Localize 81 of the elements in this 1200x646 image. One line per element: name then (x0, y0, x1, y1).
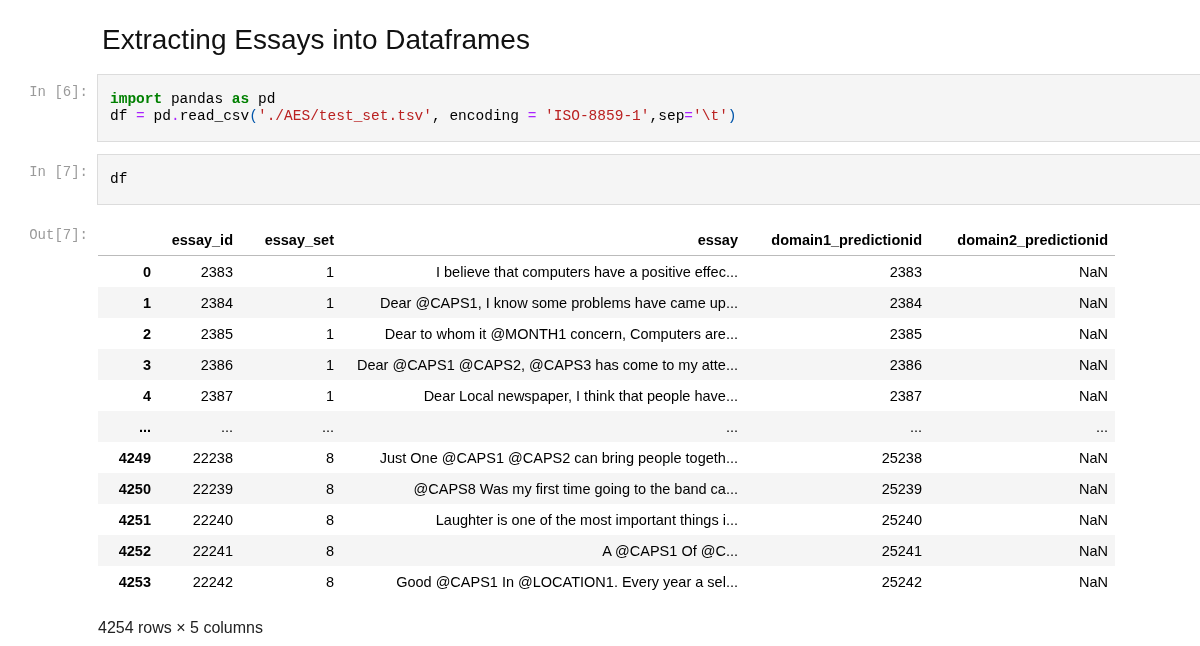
table-cell: 25239 (745, 473, 929, 504)
code-line: df = pd.read_csv('./AES/test_set.tsv', encoding = 'ISO-8859-1',sep='\t') (110, 108, 737, 125)
table-cell: Laughter is one of the most important things i... (341, 504, 745, 535)
table-cell: 22239 (158, 473, 240, 504)
code-line: import pandas as pd (110, 91, 276, 108)
table-cell: 2385 (745, 318, 929, 349)
table-cell: NaN (929, 566, 1115, 597)
row-index: 4249 (98, 442, 158, 473)
table-cell: 25240 (745, 504, 929, 535)
table-cell: Dear @CAPS1 @CAPS2, @CAPS3 has come to my atte... (341, 349, 745, 380)
table-cell: 8 (240, 473, 341, 504)
table-cell: 22238 (158, 442, 240, 473)
table-cell: 2383 (158, 255, 240, 287)
table-cell: NaN (929, 535, 1115, 566)
cell-prompt: In [7]: (28, 163, 89, 180)
table-cell: NaN (929, 255, 1115, 287)
code-cell[interactable]: import pandas as pd df = pd.read_csv('./AES/test_set.tsv', encoding = 'ISO-8859-1',sep='\t') (97, 74, 1200, 142)
table-cell: 25241 (745, 535, 929, 566)
table-cell: 1 (240, 349, 341, 380)
table-cell: ... (929, 411, 1115, 442)
table-cell: NaN (929, 473, 1115, 504)
row-index: 4253 (98, 566, 158, 597)
table-cell: 2384 (158, 287, 240, 318)
notebook-heading: Extracting Essays into Dataframes (102, 23, 531, 57)
table-cell: 1 (240, 287, 341, 318)
cell-prompt: In [6]: (28, 83, 89, 100)
table-cell: NaN (929, 287, 1115, 318)
column-header: essay_id (158, 225, 240, 256)
table-cell: 1 (240, 318, 341, 349)
table-cell: 2387 (745, 380, 929, 411)
column-header: essay (341, 225, 745, 256)
output-prompt: Out[7]: (28, 226, 89, 243)
column-header: domain1_predictionid (745, 225, 929, 256)
row-index: 1 (98, 287, 158, 318)
table-summary: 4254 rows × 5 columns (98, 619, 264, 637)
table-cell: 2386 (745, 349, 929, 380)
table-cell: 2387 (158, 380, 240, 411)
table-cell: ... (158, 411, 240, 442)
table-cell: A @CAPS1 Of @C... (341, 535, 745, 566)
table-cell: 25242 (745, 566, 929, 597)
table-cell: Dear @CAPS1, I know some problems have came up... (341, 287, 745, 318)
row-index: 4250 (98, 473, 158, 504)
table-cell: Dear Local newspaper, I think that people have... (341, 380, 745, 411)
table-cell: 1 (240, 380, 341, 411)
table-cell: Dear to whom it @MONTH1 concern, Computers are... (341, 318, 745, 349)
table-cell: NaN (929, 349, 1115, 380)
table-cell: 22242 (158, 566, 240, 597)
row-index: 4 (98, 380, 158, 411)
table-cell: NaN (929, 380, 1115, 411)
table-cell: 2383 (745, 255, 929, 287)
code-cell[interactable]: df (97, 154, 1200, 205)
table-cell: I believe that computers have a positive effec... (341, 255, 745, 287)
row-index: ... (98, 411, 158, 442)
row-index: 4251 (98, 504, 158, 535)
code-line: df (110, 171, 128, 188)
row-index: 4252 (98, 535, 158, 566)
table-cell: 1 (240, 255, 341, 287)
table-cell: ... (745, 411, 929, 442)
table-cell: ... (240, 411, 341, 442)
table-cell: NaN (929, 504, 1115, 535)
table-cell: 22241 (158, 535, 240, 566)
table-cell: ... (341, 411, 745, 442)
table-cell: NaN (929, 318, 1115, 349)
table-cell: 2386 (158, 349, 240, 380)
column-header: domain2_predictionid (929, 225, 1115, 256)
table-cell: 25238 (745, 442, 929, 473)
table-cell: NaN (929, 442, 1115, 473)
table-cell: @CAPS8 Was my first time going to the band ca... (341, 473, 745, 504)
column-header: essay_set (240, 225, 341, 256)
row-index: 3 (98, 349, 158, 380)
table-cell: Just One @CAPS1 @CAPS2 can bring people togeth... (341, 442, 745, 473)
table-cell: Good @CAPS1 In @LOCATION1. Every year a sel... (341, 566, 745, 597)
table-cell: 8 (240, 504, 341, 535)
row-index: 0 (98, 255, 158, 287)
table-cell: 22240 (158, 504, 240, 535)
table-cell: 2385 (158, 318, 240, 349)
table-cell: 8 (240, 442, 341, 473)
table-cell: 8 (240, 535, 341, 566)
table-cell: 2384 (745, 287, 929, 318)
table-cell: 8 (240, 566, 341, 597)
row-index: 2 (98, 318, 158, 349)
